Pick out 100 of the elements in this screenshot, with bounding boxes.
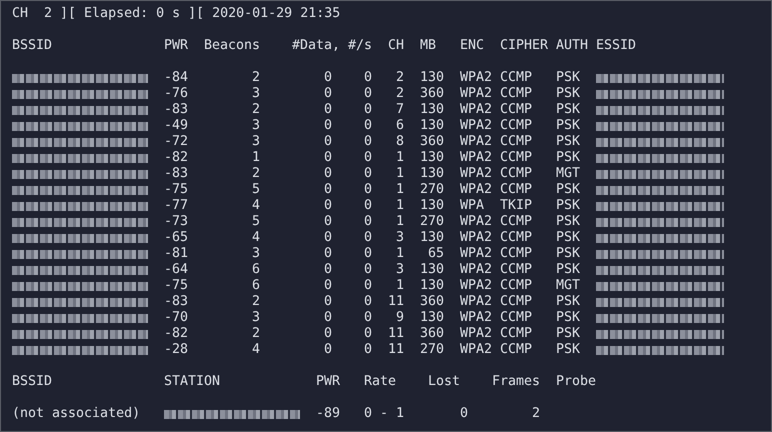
- table-cell-text: 2: [250, 294, 260, 310]
- table-cell-text: 0: [362, 310, 372, 326]
- table-cell-text: 360: [418, 134, 444, 150]
- table-cell-text: 11: [386, 326, 404, 342]
- column-header: AUTH: [556, 38, 590, 54]
- table-cell-text: 0: [322, 342, 332, 358]
- table-cell-text: WPA2: [460, 230, 494, 246]
- table-cell-text: -82: [164, 150, 190, 166]
- table-cell-text: 0: [362, 70, 372, 86]
- table-cell-text: CCMP: [500, 118, 534, 134]
- table-cell-text: 2: [532, 406, 542, 422]
- table-cell-text: 0: [362, 86, 372, 102]
- column-header: Rate: [364, 374, 398, 390]
- table-cell-text: 0: [322, 102, 332, 118]
- table-cell-text: WPA: [460, 198, 486, 214]
- table-cell-text: 3: [250, 310, 260, 326]
- table-cell-text: PSK: [556, 230, 582, 246]
- table-cell-text: 0: [362, 342, 372, 358]
- table-cell-text: 2: [394, 70, 404, 86]
- table-cell-text: 6: [250, 262, 260, 278]
- table-cell-text: 2: [394, 86, 404, 102]
- table-cell-text: WPA2: [460, 262, 494, 278]
- table-cell-text: PSK: [556, 214, 582, 230]
- column-header: CIPHER: [500, 38, 550, 54]
- table-cell-text: 0: [322, 294, 332, 310]
- table-cell-text: PSK: [556, 246, 582, 262]
- table-cell-text: 2: [250, 70, 260, 86]
- table-cell-text: WPA2: [460, 214, 494, 230]
- table-cell-text: PSK: [556, 342, 582, 358]
- table-cell-text: -49: [164, 118, 190, 134]
- table-cell-text: 130: [418, 166, 444, 182]
- table-cell-text: 4: [250, 342, 260, 358]
- table-cell-text: 65: [426, 246, 444, 262]
- table-cell-text: 1: [394, 166, 404, 182]
- table-cell-text: TKIP: [500, 198, 534, 214]
- table-cell-text: 0: [362, 246, 372, 262]
- table-cell-text: WPA2: [460, 310, 494, 326]
- table-cell-text: -83: [164, 166, 190, 182]
- table-cell-text: 360: [418, 294, 444, 310]
- table-cell-text: 0: [362, 166, 372, 182]
- table-cell-text: 0: [362, 102, 372, 118]
- column-header: Beacons: [204, 38, 262, 54]
- table-cell-text: CCMP: [500, 70, 534, 86]
- table-cell-text: 130: [418, 150, 444, 166]
- column-header: Probe: [556, 374, 598, 390]
- table-cell-text: 4: [250, 230, 260, 246]
- table-cell-text: 5: [250, 214, 260, 230]
- table-cell-text: PSK: [556, 182, 582, 198]
- table-cell-text: 7: [394, 102, 404, 118]
- table-cell-text: 270: [418, 214, 444, 230]
- table-cell-text: 0: [362, 118, 372, 134]
- table-cell-text: WPA2: [460, 326, 494, 342]
- table-cell-text: CCMP: [500, 134, 534, 150]
- table-cell-text: 130: [418, 262, 444, 278]
- table-cell-text: CCMP: [500, 166, 534, 182]
- table-cell-text: -83: [164, 294, 190, 310]
- table-cell-text: 9: [394, 310, 404, 326]
- table-cell-text: 11: [386, 294, 404, 310]
- table-cell-text: 0: [362, 198, 372, 214]
- table-cell-text: MGT: [556, 166, 582, 182]
- table-cell-text: 1: [394, 182, 404, 198]
- column-header: MB: [420, 38, 438, 54]
- table-cell-text: PSK: [556, 262, 582, 278]
- table-cell-text: 1: [250, 150, 260, 166]
- table-cell-text: 0: [322, 134, 332, 150]
- table-cell-text: WPA2: [460, 134, 494, 150]
- table-cell-text: 130: [418, 278, 444, 294]
- table-cell-text: 1: [394, 278, 404, 294]
- column-header: Lost: [428, 374, 462, 390]
- table-cell-text: PSK: [556, 294, 582, 310]
- table-cell-text: PSK: [556, 134, 582, 150]
- table-cell-text: -65: [164, 230, 190, 246]
- table-cell-text: 6: [394, 118, 404, 134]
- table-cell-text: 1: [394, 150, 404, 166]
- table-cell-text: 3: [250, 134, 260, 150]
- table-cell-text: PSK: [556, 86, 582, 102]
- table-cell-text: PSK: [556, 150, 582, 166]
- table-cell-text: -81: [164, 246, 190, 262]
- table-cell-text: WPA2: [460, 166, 494, 182]
- table-cell-text: 0: [362, 214, 372, 230]
- table-cell-text: WPA2: [460, 118, 494, 134]
- table-cell-text: 130: [418, 198, 444, 214]
- table-cell-text: 130: [418, 118, 444, 134]
- table-cell-text: PSK: [556, 198, 582, 214]
- table-cell-text: -77: [164, 198, 190, 214]
- table-cell-text: -75: [164, 278, 190, 294]
- table-cell-text: 360: [418, 86, 444, 102]
- table-cell-text: CCMP: [500, 326, 534, 342]
- table-cell-text: 0: [322, 150, 332, 166]
- table-cell-text: 130: [418, 310, 444, 326]
- table-cell-text: 0: [322, 118, 332, 134]
- table-cell-text: 8: [394, 134, 404, 150]
- table-cell-text: CCMP: [500, 214, 534, 230]
- column-header: Frames: [492, 374, 542, 390]
- table-cell-text: PSK: [556, 326, 582, 342]
- column-header: #Data,: [292, 38, 342, 54]
- table-cell-text: 2: [250, 326, 260, 342]
- table-cell-text: -84: [164, 70, 190, 86]
- table-cell-text: 3: [250, 86, 260, 102]
- table-cell-text: 0: [362, 134, 372, 150]
